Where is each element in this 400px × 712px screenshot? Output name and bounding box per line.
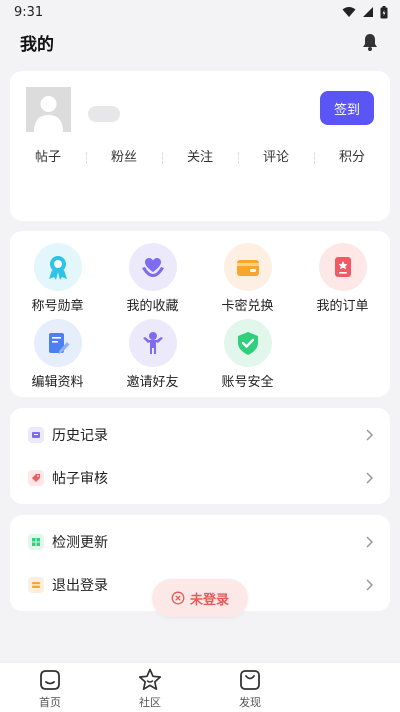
profile-stats: 帖子 粉丝 关注 评论 积分 (10, 146, 390, 170)
default-avatar-icon (34, 96, 63, 132)
stat-following[interactable]: 关注 (162, 146, 238, 170)
bottom-tab-bar: 首页 社区 发现 (0, 662, 400, 712)
stat-comments[interactable]: 评论 (238, 146, 314, 170)
grid-label: 账号安全 (221, 375, 274, 390)
grid-label: 编辑资料 (31, 375, 84, 390)
stat-fans[interactable]: 粉丝 (86, 146, 162, 170)
not-logged-in-toast: 未登录 (152, 579, 248, 617)
signin-button[interactable]: 签到 (320, 91, 374, 125)
tab-label: 发现 (239, 696, 261, 709)
row-label: 历史记录 (52, 427, 108, 444)
tab-home[interactable]: 首页 (25, 663, 75, 712)
page-header: 我的 (0, 24, 400, 60)
logout-icon (28, 576, 44, 593)
list-card-records: 历史记录 帖子审核 (10, 408, 390, 504)
avatar[interactable] (26, 87, 71, 132)
grid-label: 称号勋章 (31, 299, 84, 314)
toast-text: 未登录 (189, 592, 229, 608)
grid-item-orders[interactable]: 我的订单 (295, 243, 390, 315)
feature-grid-card: 称号勋章 我的收藏 卡密兑换 我的订单 编辑资料 邀请好友 账号安全 (10, 231, 390, 397)
row-label: 帖子审核 (52, 470, 108, 487)
grid-item-invite[interactable]: 邀请好友 (105, 319, 200, 391)
row-post-review[interactable]: 帖子审核 (10, 456, 390, 499)
chevron-right-icon (366, 578, 374, 591)
grid-label: 卡密兑换 (221, 299, 274, 314)
wifi-icon (342, 7, 356, 17)
order-icon (318, 243, 367, 291)
page-title: 我的 (20, 34, 54, 55)
chevron-right-icon (366, 428, 374, 441)
status-bar: 9:31 (0, 0, 400, 24)
history-icon (28, 426, 44, 443)
bell-icon[interactable] (360, 32, 380, 52)
close-circle-icon (171, 591, 185, 605)
stat-points[interactable]: 积分 (314, 146, 390, 170)
grid-item-account-security[interactable]: 账号安全 (200, 319, 295, 391)
row-label: 检测更新 (52, 534, 108, 551)
edit-doc-icon (33, 319, 82, 367)
person-cheer-icon (128, 319, 177, 367)
medal-icon (33, 243, 82, 291)
grid-label: 邀请好友 (126, 375, 179, 390)
grid-label: 我的收藏 (126, 299, 179, 314)
status-icons (342, 5, 388, 19)
shield-check-icon (223, 319, 272, 367)
grid-item-edit-profile[interactable]: 编辑资料 (10, 319, 105, 391)
star-icon (138, 668, 162, 691)
grid-item-card-redeem[interactable]: 卡密兑换 (200, 243, 295, 315)
status-time: 9:31 (14, 4, 44, 20)
home-icon (40, 670, 60, 690)
grid-item-favorites[interactable]: 我的收藏 (105, 243, 200, 315)
update-grid-icon (28, 533, 44, 550)
grid-label: 我的订单 (316, 299, 369, 314)
bag-icon (240, 670, 260, 690)
battery-icon (380, 5, 388, 18)
stat-posts[interactable]: 帖子 (10, 146, 86, 170)
tab-label: 首页 (39, 696, 61, 709)
row-check-update[interactable]: 检测更新 (10, 520, 390, 563)
row-history[interactable]: 历史记录 (10, 413, 390, 456)
wallet-icon (223, 243, 272, 291)
chevron-right-icon (366, 471, 374, 484)
tag-icon (28, 469, 44, 486)
profile-card: 签到 帖子 粉丝 关注 评论 积分 (10, 71, 390, 221)
grid-item-medals[interactable]: 称号勋章 (10, 243, 105, 315)
chevron-right-icon (366, 535, 374, 548)
tab-community[interactable]: 社区 (125, 663, 175, 712)
heart-hands-icon (128, 243, 177, 291)
signal-icon (363, 7, 373, 17)
feature-grid: 称号勋章 我的收藏 卡密兑换 我的订单 编辑资料 邀请好友 账号安全 (10, 231, 390, 391)
level-badge (88, 106, 120, 122)
tab-discover[interactable]: 发现 (225, 663, 275, 712)
tab-label: 社区 (139, 696, 161, 709)
